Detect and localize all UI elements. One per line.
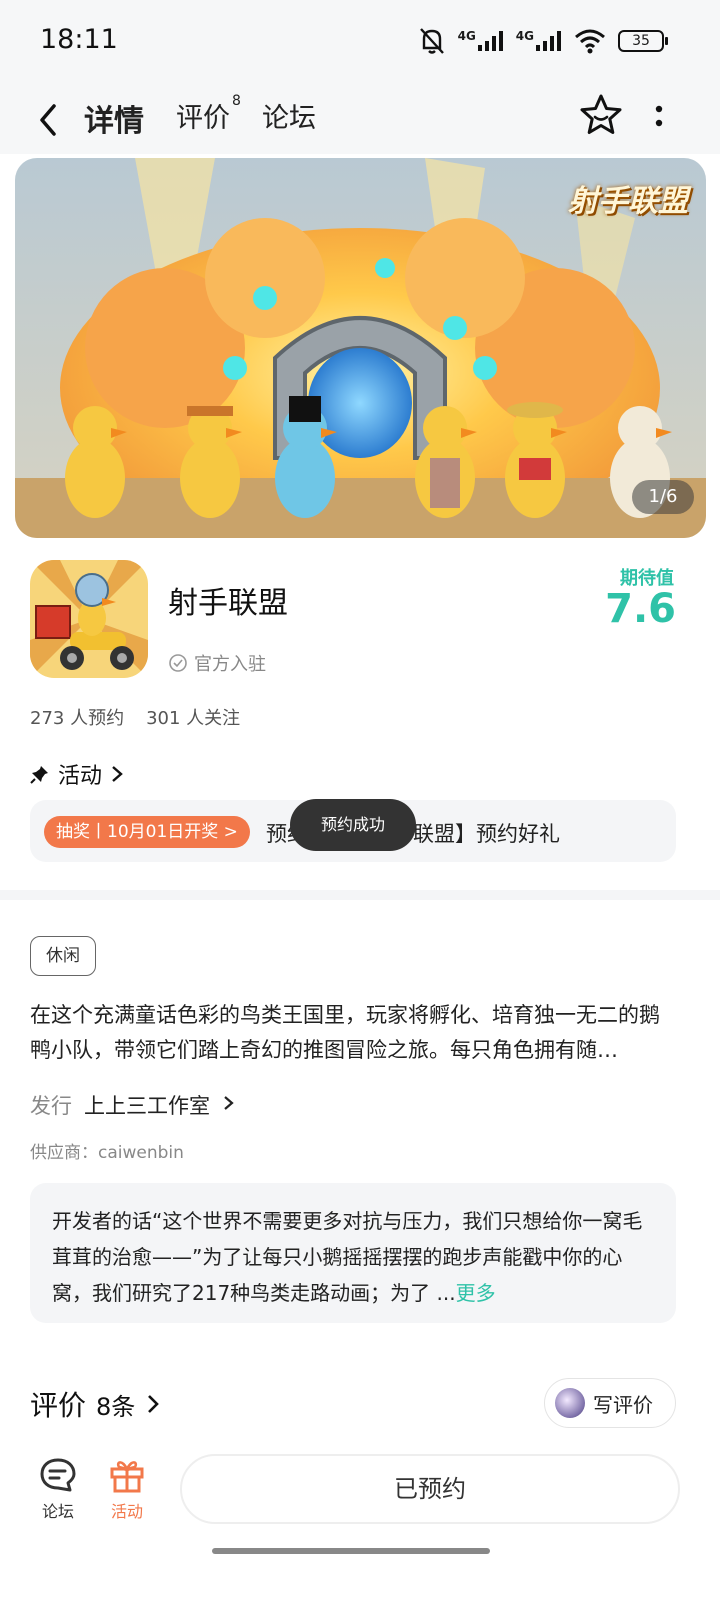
battery-icon: 35 — [618, 30, 668, 52]
reviews-count: 8条 — [96, 1392, 136, 1421]
favorite-button[interactable] — [578, 92, 624, 138]
check-circle-icon — [169, 654, 187, 672]
carousel-counter: 1/6 — [632, 480, 694, 514]
home-indicator[interactable] — [212, 1548, 490, 1554]
chevron-left-icon — [40, 104, 56, 136]
pin-icon — [30, 766, 48, 784]
banner-game-logo: 射手联盟 — [568, 184, 688, 219]
section-divider — [0, 890, 720, 900]
nav-activity[interactable]: 活动 — [97, 1456, 157, 1522]
reviews-title: 评价 — [30, 1389, 87, 1422]
gift-icon — [110, 1461, 144, 1493]
more-link[interactable]: 更多 — [456, 1281, 496, 1305]
toast-message: 预约成功 — [290, 799, 416, 851]
tab-review-label: 评价 — [176, 103, 230, 134]
write-review-button[interactable]: 写评价 — [544, 1378, 676, 1428]
reserved-button[interactable]: 已预约 — [180, 1454, 680, 1524]
activity-title: 活动 — [58, 764, 103, 789]
signal-4g-icon: 4G — [458, 29, 504, 51]
expect-score: 7.6 — [605, 586, 676, 632]
status-bar: 18:11 4G 4G 35 — [0, 0, 720, 84]
tab-detail-label: 详情 — [84, 104, 144, 139]
reviews-header[interactable]: 评价 8条 — [30, 1384, 161, 1424]
nav-forum[interactable]: 论坛 — [28, 1456, 88, 1522]
chevron-right-icon — [148, 1395, 160, 1413]
more-vertical-icon — [655, 105, 663, 127]
publisher-value: 上上三工作室 — [84, 1094, 210, 1118]
tab-review-badge: 8 — [232, 93, 241, 109]
more-button[interactable] — [644, 96, 674, 136]
game-description[interactable]: 在这个充满童话色彩的鸟类王国里，玩家将孵化、培育独一无二的鹅鸭小队，带领它们踏上… — [30, 998, 680, 1068]
top-nav: 详情 评价8 论坛 — [0, 84, 720, 154]
official-label: 官方入驻 — [194, 654, 266, 675]
genre-tag[interactable]: 休闲 — [30, 936, 96, 976]
signal-4g-icon-2: 4G — [516, 29, 562, 51]
tab-detail[interactable]: 详情 — [80, 96, 148, 140]
developer-note-card[interactable]: 开发者的话“这个世界不需要更多对抗与压力，我们只想给你一窝毛茸茸的治愈——”为了… — [30, 1183, 676, 1323]
tab-review[interactable]: 评价8 — [176, 93, 241, 135]
chevron-right-icon — [224, 1096, 234, 1110]
lottery-badge: 抽奖丨10月01日开奖 > — [44, 816, 250, 848]
app-stats: 273 人预约 301 人关注 — [30, 704, 240, 730]
forum-chat-icon — [40, 1458, 76, 1492]
publisher-row[interactable]: 发行 上上三工作室 — [30, 1090, 236, 1120]
chevron-right-icon — [112, 766, 123, 782]
app-icon-image — [30, 560, 148, 678]
app-title: 射手联盟 — [168, 586, 288, 621]
nav-forum-label: 论坛 — [41, 1502, 74, 1521]
follower-count: 301 人关注 — [146, 708, 241, 729]
official-badge: 官方入驻 — [168, 650, 266, 676]
write-review-label: 写评价 — [593, 1392, 653, 1417]
status-icons: 4G 4G 35 — [418, 24, 668, 58]
bottom-bar: 论坛 活动 已预约 — [0, 1440, 720, 1600]
star-icon — [580, 94, 622, 134]
status-time: 18:11 — [40, 24, 118, 55]
nav-activity-label: 活动 — [110, 1502, 143, 1521]
supplier-text: 供应商：caiwenbin — [30, 1143, 184, 1163]
back-button[interactable] — [32, 94, 72, 144]
activity-section-header[interactable]: 活动 — [30, 758, 124, 790]
wifi-icon — [575, 29, 605, 54]
reservation-count: 273 人预约 — [30, 708, 125, 729]
avatar — [555, 1388, 585, 1418]
tab-forum-label: 论坛 — [262, 103, 316, 134]
app-icon — [30, 560, 148, 678]
developer-note-text: 开发者的话“这个世界不需要更多对抗与压力，我们只想给你一窝毛茸茸的治愈——”为了… — [52, 1209, 643, 1305]
publisher-label: 发行 — [30, 1094, 72, 1118]
mute-bell-icon — [419, 28, 444, 54]
tab-forum[interactable]: 论坛 — [262, 96, 316, 135]
screenshot-carousel[interactable]: 射手联盟 1/6 — [15, 158, 706, 538]
